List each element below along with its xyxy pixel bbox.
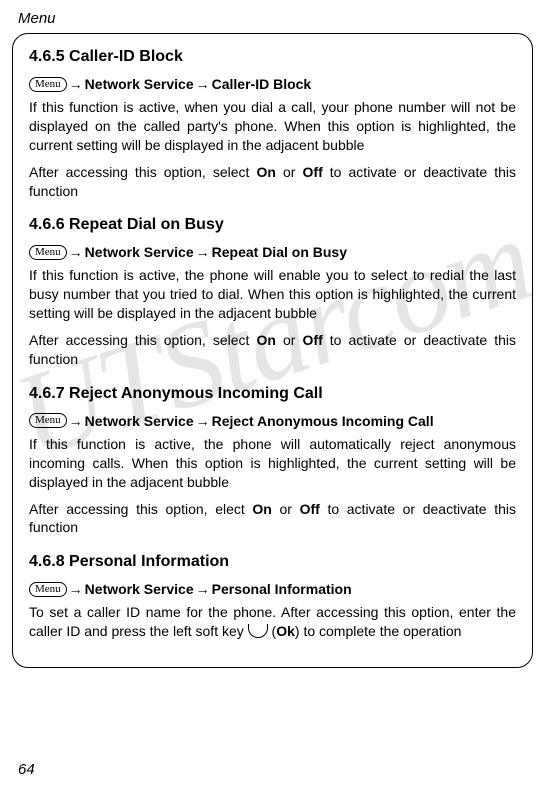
nav-segment: Network Service — [85, 244, 194, 260]
nav-path: Menu→Network Service→Caller-ID Block — [29, 76, 516, 92]
nav-path: Menu→Network Service→Personal Informatio… — [29, 581, 516, 597]
arrow-icon: → — [195, 581, 211, 597]
nav-segment: Repeat Dial on Busy — [212, 244, 347, 260]
content-box: UTStarcom 4.6.5 Caller-ID Block Menu→Net… — [12, 33, 533, 668]
arrow-icon: → — [195, 76, 211, 92]
nav-path: Menu→Network Service→ Reject Anonymous I… — [29, 413, 516, 429]
section-title: 4.6.8 Personal Information — [29, 553, 516, 571]
section-personal-info: 4.6.8 Personal Information Menu→Network … — [29, 553, 516, 641]
section-reject-anonymous: 4.6.7 Reject Anonymous Incoming Call Men… — [29, 385, 516, 537]
arrow-icon: → — [68, 244, 84, 260]
section-caller-id-block: 4.6.5 Caller-ID Block Menu→Network Servi… — [29, 48, 516, 200]
nav-segment: Caller-ID Block — [212, 76, 312, 92]
nav-segment: Network Service — [85, 413, 194, 429]
paragraph: To set a caller ID name for the phone. A… — [29, 603, 516, 641]
paragraph: After accessing this option, select On o… — [29, 331, 516, 369]
section-title: 4.6.5 Caller-ID Block — [29, 48, 516, 66]
paragraph: If this function is active, when you dia… — [29, 98, 516, 155]
paragraph: If this function is active, the phone wi… — [29, 266, 516, 323]
arrow-icon: → — [68, 76, 84, 92]
paragraph: After accessing this option, select On o… — [29, 163, 516, 201]
arrow-icon: → — [68, 581, 84, 597]
menu-icon: Menu — [29, 77, 67, 92]
page-header: Menu — [0, 0, 545, 33]
menu-icon: Menu — [29, 245, 67, 260]
section-title: 4.6.6 Repeat Dial on Busy — [29, 216, 516, 234]
nav-segment: Personal Information — [212, 581, 352, 597]
paragraph: If this function is active, the phone wi… — [29, 435, 516, 492]
menu-icon: Menu — [29, 582, 67, 597]
arrow-icon: → — [195, 413, 211, 429]
section-repeat-dial: 4.6.6 Repeat Dial on Busy Menu→Network S… — [29, 216, 516, 368]
arrow-icon: → — [195, 244, 211, 260]
page-number: 64 — [18, 761, 35, 778]
section-title: 4.6.7 Reject Anonymous Incoming Call — [29, 385, 516, 403]
nav-segment: Reject Anonymous Incoming Call — [212, 413, 434, 429]
softkey-icon — [248, 624, 268, 638]
nav-segment: Network Service — [85, 581, 194, 597]
menu-icon: Menu — [29, 413, 67, 428]
paragraph: After accessing this option, elect On or… — [29, 500, 516, 538]
nav-path: Menu→Network Service→Repeat Dial on Busy — [29, 244, 516, 260]
arrow-icon: → — [68, 413, 84, 429]
nav-segment: Network Service — [85, 76, 194, 92]
